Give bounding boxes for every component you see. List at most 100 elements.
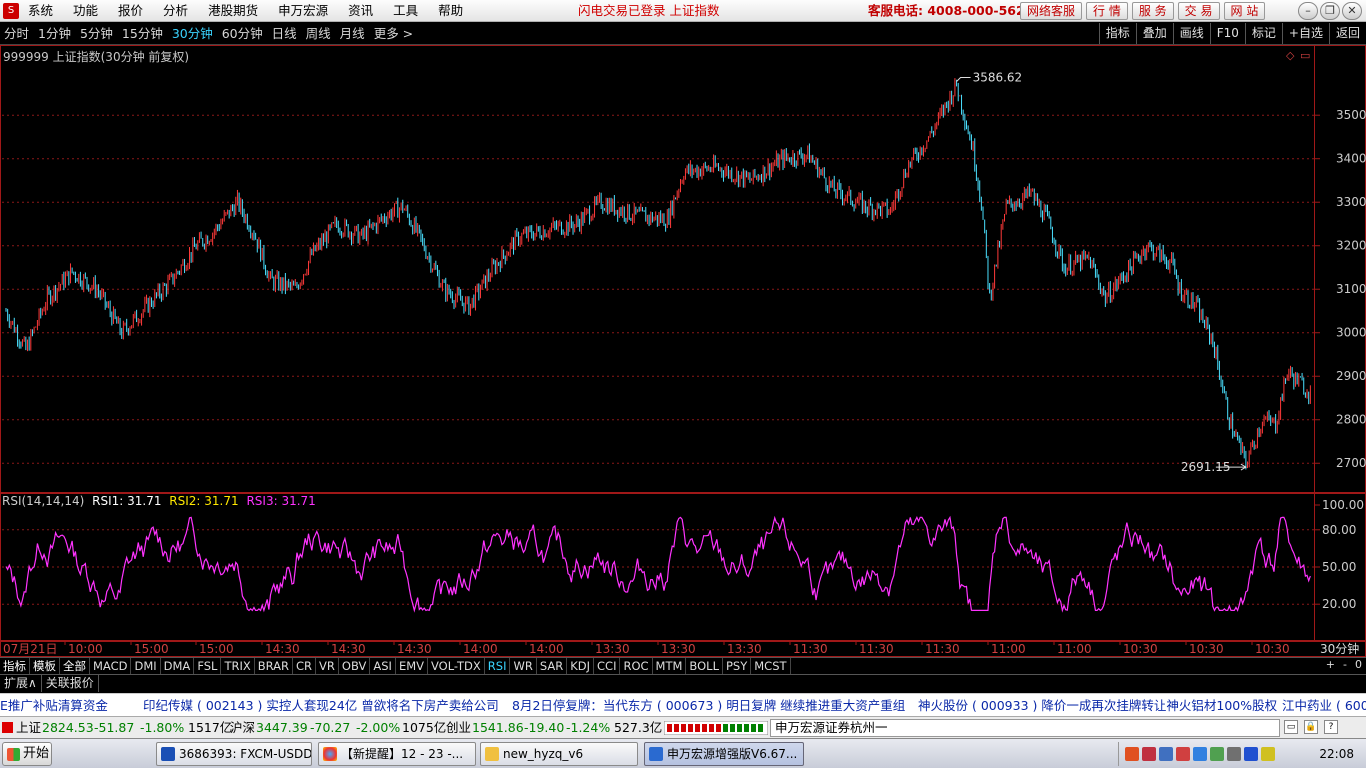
indicator-tab[interactable]: OBV	[339, 658, 371, 674]
indicator-tab[interactable]: DMI	[131, 658, 161, 674]
bluetooth-icon[interactable]	[1244, 747, 1258, 761]
period-tab[interactable]: 日线	[272, 23, 297, 45]
question-icon[interactable]: ?	[1324, 720, 1338, 734]
indicator-tab[interactable]: TRIX	[221, 658, 255, 674]
indicator-tab[interactable]: CR	[293, 658, 317, 674]
news-item[interactable]: E推广补贴清算资金	[0, 694, 108, 716]
period-tab[interactable]: 60分钟	[222, 23, 263, 45]
restore-icon[interactable]: ❐	[1320, 2, 1340, 20]
tool-button[interactable]: 标记	[1244, 23, 1282, 44]
cy-amount: 527.3亿	[614, 720, 663, 735]
quick-button[interactable]: 行 情	[1086, 2, 1128, 20]
tray-app-icon[interactable]	[1159, 747, 1173, 761]
period-tab[interactable]: 分时	[4, 23, 29, 45]
indicator-control[interactable]: 0	[1355, 657, 1362, 673]
lock-icon[interactable]: 🔒	[1304, 720, 1318, 734]
menu-item[interactable]: 资讯	[348, 0, 373, 22]
period-tab[interactable]: 15分钟	[122, 23, 163, 45]
indicator-tab[interactable]: VR	[316, 658, 339, 674]
hs-percent: -2.00%	[356, 720, 401, 735]
indicator-tab[interactable]: 全部	[60, 658, 90, 674]
tool-button[interactable]: 画线	[1172, 23, 1210, 44]
indicator-tab[interactable]: KDJ	[567, 658, 595, 674]
period-tab[interactable]: 5分钟	[80, 23, 113, 45]
indicator-control[interactable]: -	[1343, 657, 1347, 673]
indicator-tab[interactable]: 模板	[30, 658, 60, 674]
task-swhy[interactable]: 申万宏源增强版V6.67...	[644, 742, 804, 766]
cy-name[interactable]: 创业	[446, 717, 471, 739]
indicator-tab[interactable]: ROC	[620, 658, 653, 674]
usb-icon[interactable]	[1227, 747, 1241, 761]
security-icon[interactable]	[1261, 747, 1275, 761]
indicator-control[interactable]: +	[1326, 657, 1335, 673]
indicator-tab[interactable]: VOL-TDX	[428, 658, 485, 674]
tool-button[interactable]: 叠加	[1135, 23, 1173, 44]
y-tick-label: 3400	[1336, 152, 1366, 166]
quick-button[interactable]: 服 务	[1131, 2, 1174, 20]
period-tab[interactable]: 1分钟	[38, 23, 71, 45]
news-item[interactable]: 8月2日停复牌：当代东方 ( 000673 ) 明日复牌 继续推进重大资产重组	[512, 694, 905, 716]
extension-tab[interactable]: 扩展∧	[0, 675, 42, 692]
minimize-icon[interactable]: –	[1298, 2, 1318, 20]
menu-item[interactable]: 工具	[393, 0, 418, 22]
indicator-tab[interactable]: MACD	[90, 658, 132, 674]
news-item[interactable]: 神火股份 ( 000933 ) 降价一成再次挂牌转让神火铝材100%股权	[918, 694, 1277, 716]
period-tab[interactable]: 更多 >	[374, 23, 413, 45]
close-icon[interactable]: ✕	[1342, 2, 1362, 20]
indicator-tab[interactable]: DMA	[161, 658, 195, 674]
tool-button[interactable]: F10	[1209, 23, 1245, 44]
rsi-chart[interactable]: 100.00 80.00 50.00 20.00 RSI(14,14,14) RSI1…	[0, 493, 1366, 641]
quick-button[interactable]: 网 站	[1223, 2, 1266, 20]
main-chart[interactable]: 3500 3400 3300 3200 3100 3000 2900 2800 2700 3586…	[0, 45, 1366, 493]
news-item[interactable]: 江中药业 ( 600	[1282, 694, 1366, 716]
indicator-tab[interactable]: RSI	[485, 658, 511, 674]
news-ticker[interactable]: E推广补贴清算资金 印纪传媒 ( 002143 ) 实控人套现24亿 曾欲将名下房…	[0, 693, 1366, 716]
input-method-icon[interactable]	[1125, 747, 1139, 761]
hs-name[interactable]: 沪深	[230, 717, 255, 739]
network-icon[interactable]	[1142, 747, 1156, 761]
period-tab[interactable]: 30分钟	[172, 23, 213, 45]
window-icon[interactable]: ▭	[1284, 720, 1298, 734]
task-fxcm[interactable]: 3686393: FXCM-USDDe...	[156, 742, 312, 766]
app-logo-icon[interactable]: S	[3, 3, 19, 19]
rsi-chart-svg[interactable]: 100.00 80.00 50.00 20.00	[0, 493, 1366, 641]
window-toggle-icon: ▭	[1300, 49, 1310, 62]
indicator-tab[interactable]: EMV	[396, 658, 428, 674]
quick-button[interactable]: 交 易	[1177, 2, 1220, 20]
indicator-tab[interactable]: CCI	[594, 658, 621, 674]
menu-item[interactable]: 帮助	[438, 0, 463, 22]
menu-item[interactable]: 系统	[28, 0, 53, 22]
time-axis-svg: 07月21日 10:00 15:00 15:00 14:30 14:30 14:30 14:0…	[0, 641, 1366, 657]
indicator-tab[interactable]: MCST	[751, 658, 791, 674]
main-chart-svg[interactable]: 3500 3400 3300 3200 3100 3000 2900 2800 2700 3586…	[0, 45, 1366, 493]
indicator-tab[interactable]: ASI	[370, 658, 396, 674]
indicator-tab[interactable]: MTM	[653, 658, 687, 674]
indicator-tab[interactable]: WR	[510, 658, 537, 674]
menu-item[interactable]: 报价	[118, 0, 143, 22]
extension-tab[interactable]: 关联报价	[42, 675, 99, 692]
news-item[interactable]: 印纪传媒 ( 002143 ) 实控人套现24亿 曾欲将名下房产卖给公司	[143, 694, 499, 716]
tool-button[interactable]: 返回	[1328, 23, 1366, 44]
tool-button[interactable]: +自选	[1281, 23, 1329, 44]
indicator-tab[interactable]: PSY	[723, 658, 752, 674]
start-button[interactable]: 开始	[2, 742, 52, 766]
indicator-tab[interactable]: SAR	[537, 658, 568, 674]
period-tab[interactable]: 周线	[306, 23, 331, 45]
antivirus-icon[interactable]	[1176, 747, 1190, 761]
update-icon[interactable]	[1210, 747, 1224, 761]
menu-item[interactable]: 申万宏源	[278, 0, 328, 22]
sh-name[interactable]: 上证	[16, 717, 41, 739]
task-folder[interactable]: new_hyzq_v6	[480, 742, 638, 766]
indicator-tab[interactable]: 指标	[0, 658, 30, 674]
task-browser[interactable]: 【新提醒】12 - 23 -...	[318, 742, 476, 766]
indicator-tab[interactable]: BRAR	[255, 658, 294, 674]
indicator-tab[interactable]: BOLL	[686, 658, 723, 674]
tool-button[interactable]: 指标	[1098, 23, 1136, 44]
period-tab[interactable]: 月线	[340, 23, 365, 45]
indicator-tab[interactable]: FSL	[194, 658, 222, 674]
qq-icon[interactable]	[1193, 747, 1207, 761]
menu-item[interactable]: 港股期货	[208, 0, 258, 22]
menu-item[interactable]: 功能	[73, 0, 98, 22]
quick-button[interactable]: 网络客服	[1020, 2, 1083, 20]
menu-item[interactable]: 分析	[163, 0, 188, 22]
